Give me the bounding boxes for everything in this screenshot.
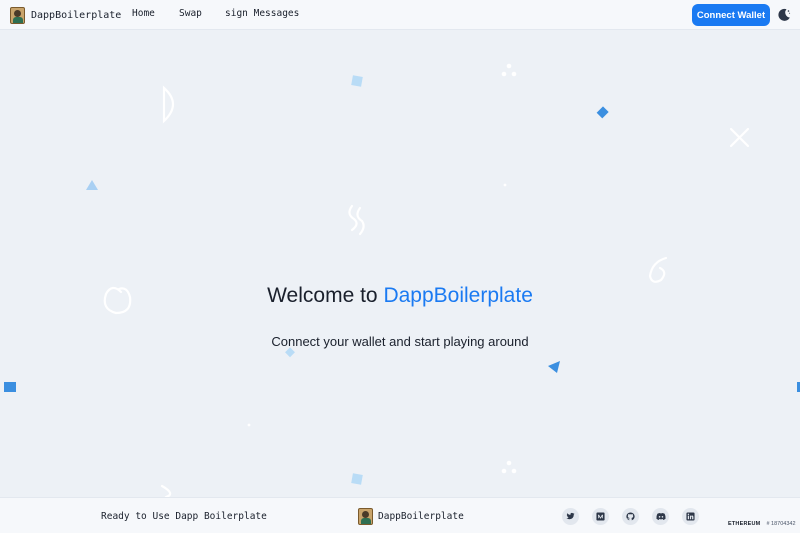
hero-title-accent: DappBoilerplate <box>383 284 533 307</box>
hero-title-prefix: Welcome to <box>267 284 384 307</box>
nav-sign-messages[interactable]: sign Messages <box>225 8 299 19</box>
network-name: ETHEREUM <box>728 521 761 527</box>
brand-name: DappBoilerplate <box>31 9 122 21</box>
twitter-link[interactable] <box>562 508 579 525</box>
deco-dot <box>511 468 517 474</box>
connect-wallet-button[interactable]: Connect Wallet <box>692 4 770 26</box>
deco-dot <box>506 63 512 69</box>
linkedin-link[interactable] <box>682 508 699 525</box>
deco-square <box>4 382 16 392</box>
deco-diamond <box>596 106 609 119</box>
hero-subtitle: Connect your wallet and start playing ar… <box>271 334 529 349</box>
moon-icon <box>778 8 791 21</box>
footer-tagline: Ready to Use Dapp Boilerplate <box>101 511 267 522</box>
deco-dot <box>511 71 517 77</box>
github-icon <box>626 512 635 521</box>
deco-dot <box>503 183 507 187</box>
deco-dot <box>506 460 512 466</box>
decorative-shapes <box>4 63 800 497</box>
deco-square <box>351 75 363 87</box>
network-status: ETHEREUM # 18704342 <box>728 521 796 527</box>
deco-arc <box>160 484 172 497</box>
footer-brand-logo <box>358 508 373 525</box>
block-number: # 18704342 <box>766 521 796 527</box>
deco-dot <box>501 468 507 474</box>
linkedin-icon <box>686 512 695 521</box>
hero-title: Welcome to DappBoilerplate <box>0 284 800 308</box>
nav-home[interactable]: Home <box>132 8 155 19</box>
deco-squiggle <box>348 204 365 236</box>
deco-cross <box>729 127 750 148</box>
deco-dot <box>247 423 251 427</box>
twitter-icon <box>566 512 575 520</box>
deco-curl <box>648 256 668 283</box>
discord-link[interactable] <box>652 508 669 525</box>
brand-link[interactable]: DappBoilerplate <box>10 6 121 24</box>
github-link[interactable] <box>622 508 639 525</box>
theme-toggle-button[interactable] <box>775 7 793 23</box>
footer-brand-name: DappBoilerplate <box>378 511 464 522</box>
deco-square <box>351 473 363 485</box>
brand-logo <box>10 6 25 24</box>
deco-triangle <box>86 180 98 190</box>
footer-brand-link[interactable]: DappBoilerplate <box>358 508 464 525</box>
top-navbar: DappBoilerplate Home Swap sign Messages … <box>0 0 800 30</box>
deco-arc <box>162 85 175 124</box>
medium-link[interactable] <box>592 508 609 525</box>
nav-swap[interactable]: Swap <box>179 8 202 19</box>
deco-dot <box>501 71 507 77</box>
footer: Ready to Use Dapp Boilerplate DappBoiler… <box>0 497 800 533</box>
deco-triangle <box>548 361 560 373</box>
discord-icon <box>655 512 666 520</box>
medium-icon <box>596 512 605 521</box>
